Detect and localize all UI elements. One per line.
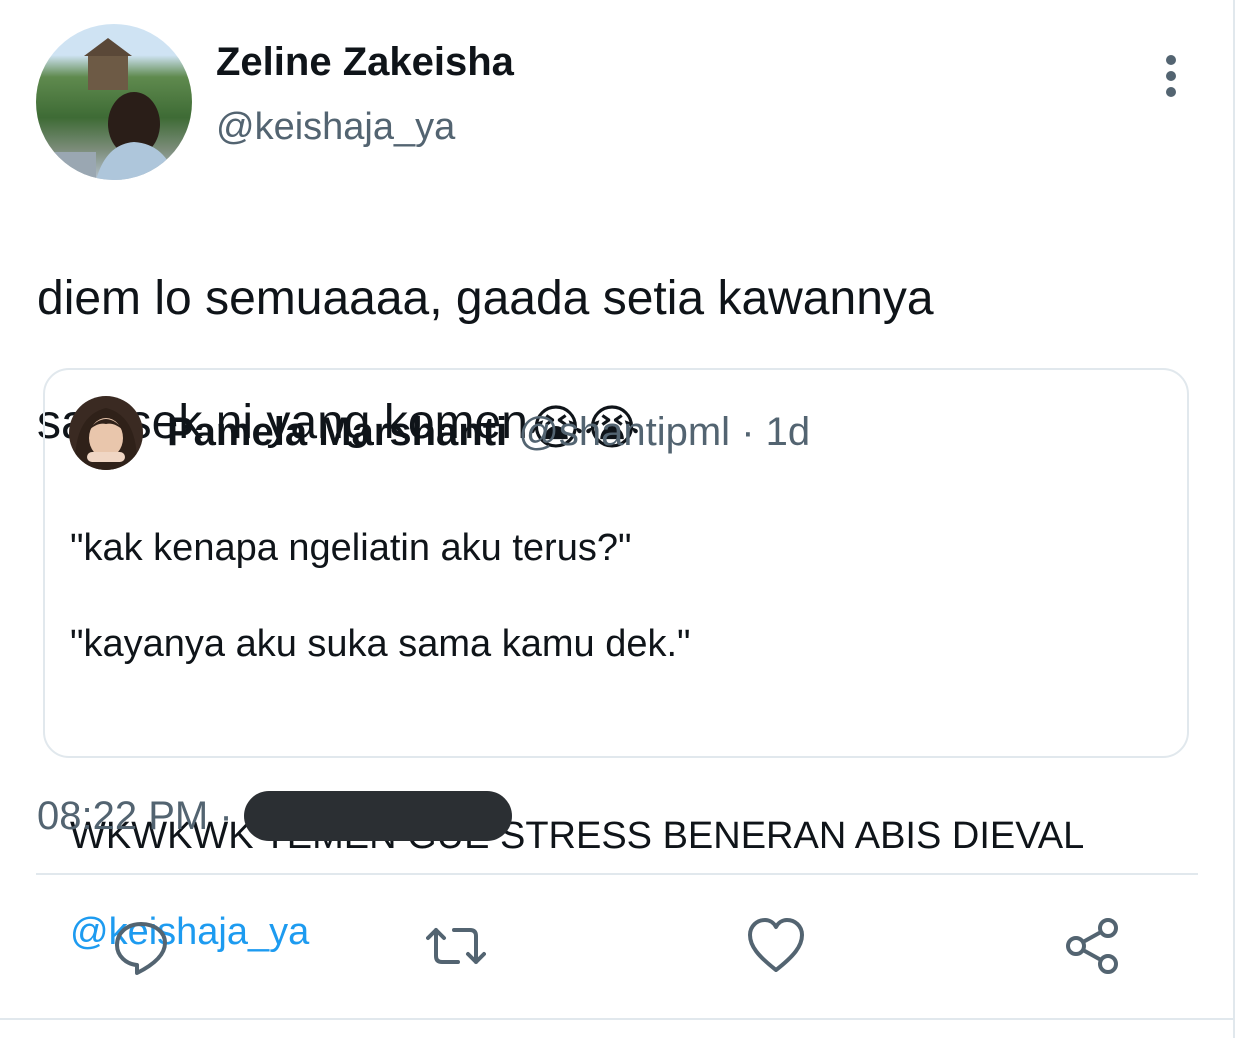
redacted-date-bar [244,791,512,841]
author-display-name[interactable]: Zeline Zakeisha [216,38,514,86]
quoted-avatar-photo [74,408,138,470]
like-icon[interactable] [746,916,806,976]
quoted-handle[interactable]: @shantipml [518,410,730,454]
more-options-icon[interactable] [1158,54,1184,98]
tweet-time: 08:22 PM [37,794,209,838]
timestamp-separator: · [219,794,233,838]
author-avatar[interactable] [36,24,192,180]
avatar-photo [36,38,176,180]
quoted-author-avatar[interactable] [69,396,143,470]
quoted-body-line2: "kayanya aku suka sama kamu dek." [70,623,691,665]
reply-icon[interactable] [111,916,171,976]
quoted-age: 1d [765,410,811,454]
tweet-text-line1: diem lo semuaaaa, gaada setia kawannya [37,272,934,325]
quoted-tweet-card[interactable]: Pamela Marshanti @shantipml · 1d "kak ke… [43,368,1189,953]
action-divider-bottom [0,1018,1235,1020]
quoted-tweet-body: "kak kenapa ngeliatin aku terus?" "kayan… [70,476,1170,956]
author-handle[interactable]: @keishaja_ya [216,104,455,150]
quoted-tweet-header: Pamela Marshanti @shantipml · 1d [167,408,810,456]
quoted-display-name[interactable]: Pamela Marshanti [167,410,507,454]
action-divider-top [36,873,1198,875]
quoted-mention-link[interactable]: @keishaja_ya [70,911,309,953]
quoted-body-line1: "kak kenapa ngeliatin aku terus?" [70,527,632,569]
tweet-timestamp: 08:22 PM · [37,792,233,840]
retweet-icon[interactable] [426,916,486,976]
share-icon[interactable] [1062,916,1122,976]
quoted-separator: · [741,410,755,454]
